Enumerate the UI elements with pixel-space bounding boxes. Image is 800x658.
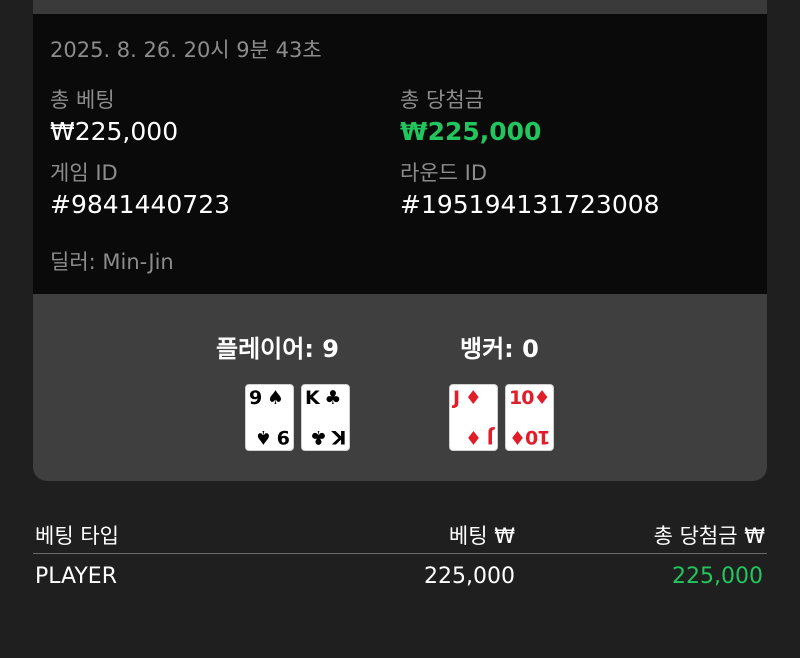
bets-table-header: 베팅 타입 베팅 ₩ 총 당첨금 ₩ bbox=[33, 518, 767, 554]
total-win-value: ₩225,000 bbox=[400, 117, 542, 146]
game-id-label: 게임 ID bbox=[50, 161, 118, 185]
table-row: PLAYER 225,000 225,000 bbox=[33, 558, 767, 598]
game-id-value: #9841440723 bbox=[50, 190, 231, 219]
cell-bet-amount: 225,000 bbox=[424, 564, 515, 589]
playing-card: K ♣ K ♣ bbox=[301, 384, 350, 451]
header-bet-type: 베팅 타입 bbox=[35, 524, 119, 548]
round-id-value: #195194131723008 bbox=[400, 190, 660, 219]
header-bet-amount: 베팅 ₩ bbox=[448, 524, 515, 548]
total-bet-value: ₩225,000 bbox=[50, 117, 179, 146]
playing-card: 10♦ 10♦ bbox=[505, 384, 554, 451]
round-timestamp: 2025. 8. 26. 20시 9분 43초 bbox=[50, 38, 322, 62]
banker-hand-title: 뱅커: 0 bbox=[460, 335, 539, 363]
cards-panel: 플레이어: 9 뱅커: 0 9 ♠ 9 ♠ K ♣ K ♣ J ♦ J ♦ 10… bbox=[33, 294, 767, 481]
playing-card: 9 ♠ 9 ♠ bbox=[245, 384, 294, 451]
round-id-label: 라운드 ID bbox=[400, 161, 487, 185]
player-hand-title: 플레이어: 9 bbox=[216, 335, 339, 363]
top-strip bbox=[33, 0, 767, 14]
total-bet-label: 총 베팅 bbox=[50, 88, 115, 112]
playing-card: J ♦ J ♦ bbox=[449, 384, 498, 451]
total-win-label: 총 당첨금 bbox=[400, 88, 484, 112]
cell-total-win: 225,000 bbox=[672, 564, 763, 589]
round-info-panel: 2025. 8. 26. 20시 9분 43초 총 베팅 ₩225,000 총 … bbox=[33, 14, 767, 294]
header-total-win: 총 당첨금 ₩ bbox=[653, 524, 765, 548]
cell-bet-type: PLAYER bbox=[35, 564, 117, 589]
dealer-name: 딜러: Min-Jin bbox=[50, 250, 174, 274]
